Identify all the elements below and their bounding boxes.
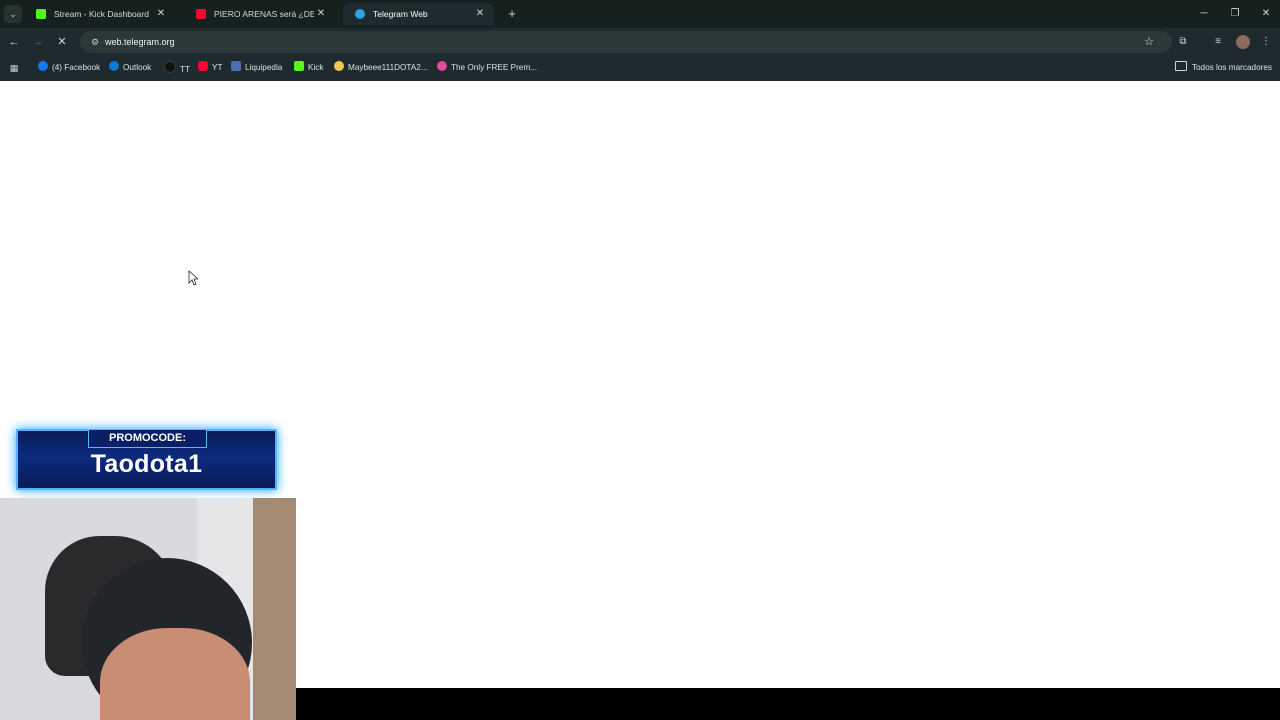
shield-icon xyxy=(437,61,447,71)
stop-loading-icon[interactable]: ✕ xyxy=(54,34,70,50)
kick-icon xyxy=(36,9,46,19)
tab-title: Telegram Web xyxy=(373,9,428,19)
browser-chrome: ⌄ Stream - Kick Dashboard ✕ PIERO ARENAS… xyxy=(0,0,1280,81)
tab-youtube[interactable]: PIERO ARENAS será ¿DENU ✕ xyxy=(184,3,335,25)
bookmark-maybeee[interactable]: Maybeee111DOTA2... xyxy=(334,61,428,75)
close-icon[interactable]: ✕ xyxy=(474,3,486,25)
restore-icon[interactable]: ❐ xyxy=(1225,4,1245,24)
bookmark-liquipedia[interactable]: Liquipedia xyxy=(231,61,282,75)
outlook-icon xyxy=(109,61,119,71)
bookmark-tt[interactable]: TT xyxy=(164,61,190,75)
close-icon[interactable]: ✕ xyxy=(155,3,167,25)
kick-icon xyxy=(294,61,304,71)
extensions-icon[interactable]: ⧉ xyxy=(1175,34,1191,50)
liquipedia-icon xyxy=(231,61,241,71)
close-icon[interactable]: ✕ xyxy=(315,3,327,25)
telegram-icon xyxy=(355,9,365,19)
url-text[interactable]: web.telegram.org xyxy=(105,31,175,53)
bookmarks-bar: ▦ (4) Facebook Outlook TT YT Liquipedia … xyxy=(0,56,1280,81)
toolbar: ← → ✕ ⚙ web.telegram.org ☆ ⧉ ≡ ⋮ xyxy=(0,28,1280,56)
webcam-overlay xyxy=(0,498,296,720)
tab-telegram-web[interactable]: Telegram Web ✕ xyxy=(343,3,494,25)
smiley-icon xyxy=(334,61,344,71)
all-bookmarks-folder[interactable]: Todos los marcadores xyxy=(1174,61,1272,75)
webcam-person xyxy=(100,628,250,720)
bottom-black-bar xyxy=(296,688,1280,720)
folder-icon xyxy=(1174,61,1187,71)
menu-icon[interactable]: ⋮ xyxy=(1258,34,1274,50)
media-controls-icon[interactable]: ≡ xyxy=(1210,34,1226,50)
webcam-shelf xyxy=(253,498,296,720)
site-info-icon[interactable]: ⚙ xyxy=(88,35,102,49)
bookmark-outlook[interactable]: Outlook xyxy=(109,61,151,75)
forward-icon[interactable]: → xyxy=(30,34,46,50)
avatar[interactable] xyxy=(1236,35,1250,49)
promo-label: PROMOCODE: xyxy=(88,429,207,448)
bookmark-facebook[interactable]: (4) Facebook xyxy=(38,61,100,75)
promo-banner: PROMOCODE: Taodota1 xyxy=(16,429,277,490)
bookmark-star-icon[interactable]: ☆ xyxy=(1142,35,1156,49)
tab-title: Stream - Kick Dashboard xyxy=(54,9,149,19)
tiktok-icon xyxy=(164,61,176,73)
bookmark-free-prem[interactable]: The Only FREE Prem... xyxy=(437,61,537,75)
apps-grid-icon[interactable]: ▦ xyxy=(8,62,20,74)
tab-kick-dashboard[interactable]: Stream - Kick Dashboard ✕ xyxy=(24,3,175,25)
promo-code: Taodota1 xyxy=(90,450,203,478)
back-icon[interactable]: ← xyxy=(6,34,22,50)
tab-title: PIERO ARENAS será ¿DENU xyxy=(214,9,314,19)
close-window-icon[interactable]: ✕ xyxy=(1256,4,1276,24)
minimize-icon[interactable]: ─ xyxy=(1194,4,1214,24)
address-bar[interactable]: ⚙ web.telegram.org ☆ xyxy=(80,31,1172,53)
mouse-cursor-icon xyxy=(188,270,198,286)
youtube-icon xyxy=(198,61,208,71)
youtube-icon xyxy=(196,9,206,19)
bookmark-kick[interactable]: Kick xyxy=(294,61,323,75)
tab-search-chevron-icon[interactable]: ⌄ xyxy=(4,5,22,23)
bookmark-yt[interactable]: YT xyxy=(198,61,222,75)
tab-strip: ⌄ Stream - Kick Dashboard ✕ PIERO ARENAS… xyxy=(0,0,1280,28)
new-tab-button[interactable]: + xyxy=(505,4,519,24)
facebook-icon xyxy=(38,61,48,71)
